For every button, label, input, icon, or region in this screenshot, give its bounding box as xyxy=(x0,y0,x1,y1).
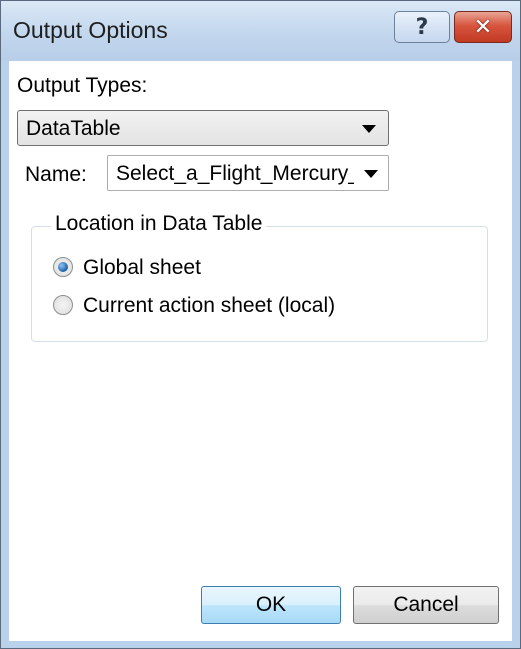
output-types-dropdown[interactable]: DataTable xyxy=(17,110,389,146)
title-bar: Output Options ? ✕ xyxy=(1,1,520,61)
global-sheet-label[interactable]: Global sheet xyxy=(83,256,201,280)
current-action-sheet-radio[interactable] xyxy=(53,295,73,315)
ok-button[interactable]: OK xyxy=(201,586,341,624)
output-options-dialog: Output Options ? ✕ Output Types: DataTab… xyxy=(0,0,521,649)
current-action-sheet-label[interactable]: Current action sheet (local) xyxy=(83,294,335,318)
output-types-value: DataTable xyxy=(26,117,121,140)
cancel-button[interactable]: Cancel xyxy=(353,586,499,624)
help-button[interactable]: ? xyxy=(394,11,450,43)
name-dropdown[interactable]: Select_a_Flight_Mercury_ xyxy=(107,155,389,191)
close-button[interactable]: ✕ xyxy=(454,11,512,43)
dialog-body: Output Types: DataTable Name: Select_a_F… xyxy=(9,61,512,641)
name-label: Name: xyxy=(25,163,87,186)
name-value: Select_a_Flight_Mercury_ xyxy=(116,162,354,185)
location-groupbox xyxy=(31,226,488,342)
global-sheet-radio[interactable] xyxy=(53,257,73,277)
output-types-label: Output Types: xyxy=(17,74,148,97)
chevron-down-icon xyxy=(362,125,376,133)
radio-selected-dot xyxy=(58,262,68,272)
help-icon: ? xyxy=(415,14,429,40)
chevron-down-icon xyxy=(364,170,378,178)
close-icon: ✕ xyxy=(473,14,493,40)
location-legend: Location in Data Table xyxy=(51,212,267,236)
dialog-title: Output Options xyxy=(13,17,168,43)
